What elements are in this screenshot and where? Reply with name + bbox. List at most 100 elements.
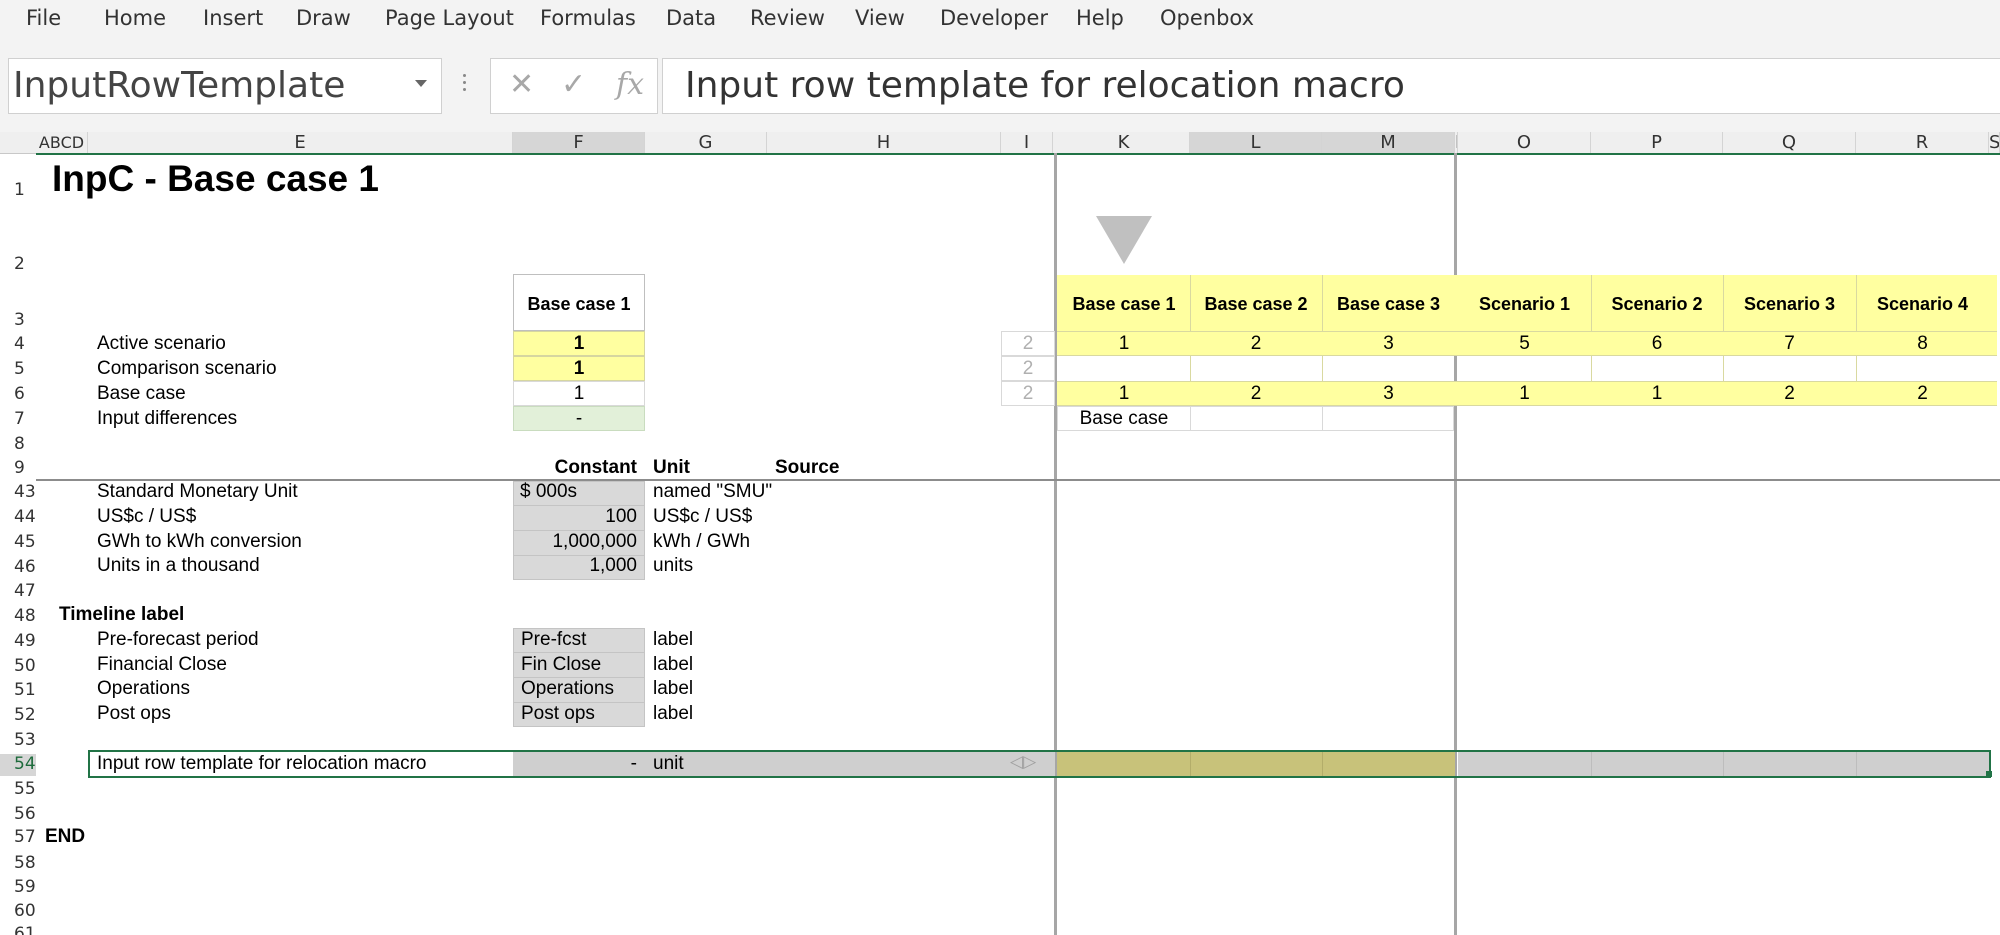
row6-value[interactable]: 1 bbox=[1058, 382, 1190, 406]
name-box[interactable]: InputRowTemplate bbox=[8, 58, 442, 114]
row4-value[interactable]: 6 bbox=[1591, 332, 1723, 356]
formula-input[interactable]: Input row template for relocation macro bbox=[662, 58, 2000, 114]
col-header-o[interactable]: O bbox=[1458, 132, 1591, 153]
row4-value[interactable]: 1 bbox=[1058, 332, 1190, 356]
cell-f50-value[interactable]: Fin Close bbox=[521, 653, 601, 677]
unit-finclose: label bbox=[653, 654, 694, 675]
row-header-selected[interactable]: 54 bbox=[0, 754, 36, 776]
row-header[interactable]: 55 bbox=[0, 779, 36, 799]
row-header[interactable]: 58 bbox=[0, 853, 36, 873]
row-header[interactable]: 2 bbox=[0, 254, 36, 274]
cell-f44-value[interactable]: 100 bbox=[513, 505, 637, 529]
row-header[interactable]: 52 bbox=[0, 705, 36, 725]
row6-value[interactable]: 2 bbox=[1190, 382, 1322, 406]
menu-data[interactable]: Data bbox=[666, 6, 716, 30]
row-header[interactable]: 5 bbox=[0, 359, 36, 379]
insert-function-icon[interactable]: fx bbox=[616, 67, 644, 102]
row-header[interactable]: 3 bbox=[0, 310, 36, 330]
col-header-l[interactable]: L bbox=[1190, 132, 1322, 153]
row6-value[interactable]: 1 bbox=[1591, 382, 1723, 406]
cell-f45-value[interactable]: 1,000,000 bbox=[513, 530, 637, 554]
row4-value[interactable]: 3 bbox=[1322, 332, 1455, 356]
row4-value[interactable]: 2 bbox=[1190, 332, 1322, 356]
col-header-f[interactable]: F bbox=[513, 132, 645, 153]
row-header[interactable]: 7 bbox=[0, 409, 36, 429]
row-header[interactable]: 4 bbox=[0, 334, 36, 354]
row-header[interactable]: 43 bbox=[0, 482, 36, 502]
row-header[interactable]: 6 bbox=[0, 384, 36, 404]
menu-developer[interactable]: Developer bbox=[940, 6, 1048, 30]
row-header[interactable]: 48 bbox=[0, 606, 36, 626]
scenario-header[interactable]: Scenario 2 bbox=[1591, 292, 1723, 316]
cell-f54-value[interactable]: - bbox=[513, 752, 637, 776]
row-header[interactable]: 9 bbox=[0, 458, 36, 478]
cell-f49-value[interactable]: Pre-fcst bbox=[521, 628, 586, 652]
col-header-m[interactable]: M bbox=[1322, 132, 1455, 153]
cell-f7-value: - bbox=[575, 408, 583, 429]
end-marker: END bbox=[45, 826, 86, 847]
menu-help[interactable]: Help bbox=[1076, 6, 1124, 30]
row-header[interactable]: 1 bbox=[0, 180, 36, 200]
col-header-q[interactable]: Q bbox=[1723, 132, 1856, 153]
row-header[interactable]: 49 bbox=[0, 631, 36, 651]
col-header-r[interactable]: R bbox=[1856, 132, 1989, 153]
label-operations: Operations bbox=[97, 678, 190, 699]
label-gwh: GWh to kWh conversion bbox=[97, 531, 302, 552]
row6-value[interactable]: 2 bbox=[1723, 382, 1856, 406]
scenario-header[interactable]: Scenario 1 bbox=[1458, 292, 1591, 316]
row6-value[interactable]: 2 bbox=[1856, 382, 1989, 406]
row-header[interactable]: 44 bbox=[0, 507, 36, 527]
scenario-header[interactable]: Scenario 4 bbox=[1856, 292, 1989, 316]
menu-review[interactable]: Review bbox=[750, 6, 825, 30]
col-header-s[interactable]: S bbox=[1989, 132, 2000, 153]
col-header-abcd[interactable]: ABCD bbox=[36, 132, 88, 153]
row-header[interactable]: 56 bbox=[0, 804, 36, 824]
menu-openbox[interactable]: Openbox bbox=[1160, 6, 1254, 30]
enter-icon[interactable]: ✓ bbox=[561, 67, 586, 102]
row-header[interactable]: 46 bbox=[0, 557, 36, 577]
row-header[interactable]: 61 bbox=[0, 924, 36, 935]
col-header-e[interactable]: E bbox=[88, 132, 513, 153]
header-constant: Constant bbox=[554, 457, 637, 478]
cell-f46-value[interactable]: 1,000 bbox=[513, 554, 637, 578]
row-header[interactable]: 57 bbox=[0, 827, 36, 847]
menu-home[interactable]: Home bbox=[104, 6, 166, 30]
cell-k7-value[interactable]: Base case bbox=[1058, 407, 1190, 431]
row-header[interactable]: 47 bbox=[0, 581, 36, 601]
col-header-p[interactable]: P bbox=[1591, 132, 1723, 153]
scenario-header[interactable]: Base case 1 bbox=[1058, 292, 1190, 316]
scenario-header[interactable]: Scenario 3 bbox=[1723, 292, 1856, 316]
row-header[interactable]: 8 bbox=[0, 434, 36, 454]
cell-f43-value[interactable]: $ 000s bbox=[520, 480, 577, 504]
menu-view[interactable]: View bbox=[855, 6, 905, 30]
col-header-k[interactable]: K bbox=[1058, 132, 1190, 153]
cell-f52-value[interactable]: Post ops bbox=[521, 702, 595, 726]
row-header[interactable]: 60 bbox=[0, 901, 36, 921]
menu-formulas[interactable]: Formulas bbox=[540, 6, 636, 30]
row6-value[interactable]: 3 bbox=[1322, 382, 1455, 406]
cancel-icon[interactable]: ✕ bbox=[509, 67, 534, 102]
menu-insert[interactable]: Insert bbox=[203, 6, 263, 30]
col-header-h[interactable]: H bbox=[767, 132, 1001, 153]
row-header[interactable]: 45 bbox=[0, 532, 36, 552]
scenario-header[interactable]: Base case 3 bbox=[1322, 292, 1455, 316]
unit-usc: US$c / US$ bbox=[653, 506, 753, 527]
menu-draw[interactable]: Draw bbox=[296, 6, 351, 30]
fill-handle[interactable] bbox=[1986, 771, 1992, 777]
row-header[interactable]: 50 bbox=[0, 656, 36, 676]
cell-f51-value[interactable]: Operations bbox=[521, 677, 614, 701]
row4-value[interactable]: 8 bbox=[1856, 332, 1989, 356]
col-header-g[interactable]: G bbox=[645, 132, 767, 153]
menu-file[interactable]: File bbox=[26, 6, 61, 30]
row-header[interactable]: 51 bbox=[0, 680, 36, 700]
col-header-i[interactable]: I bbox=[1001, 132, 1053, 153]
formula-bar-grip-icon[interactable] bbox=[463, 74, 467, 96]
row4-value[interactable]: 7 bbox=[1723, 332, 1856, 356]
row-header[interactable]: 53 bbox=[0, 730, 36, 750]
row4-value[interactable]: 5 bbox=[1458, 332, 1591, 356]
row-header[interactable]: 59 bbox=[0, 877, 36, 897]
menu-page-layout[interactable]: Page Layout bbox=[385, 6, 514, 30]
name-box-dropdown-icon[interactable] bbox=[415, 80, 427, 87]
row6-value[interactable]: 1 bbox=[1458, 382, 1591, 406]
scenario-header[interactable]: Base case 2 bbox=[1190, 292, 1322, 316]
